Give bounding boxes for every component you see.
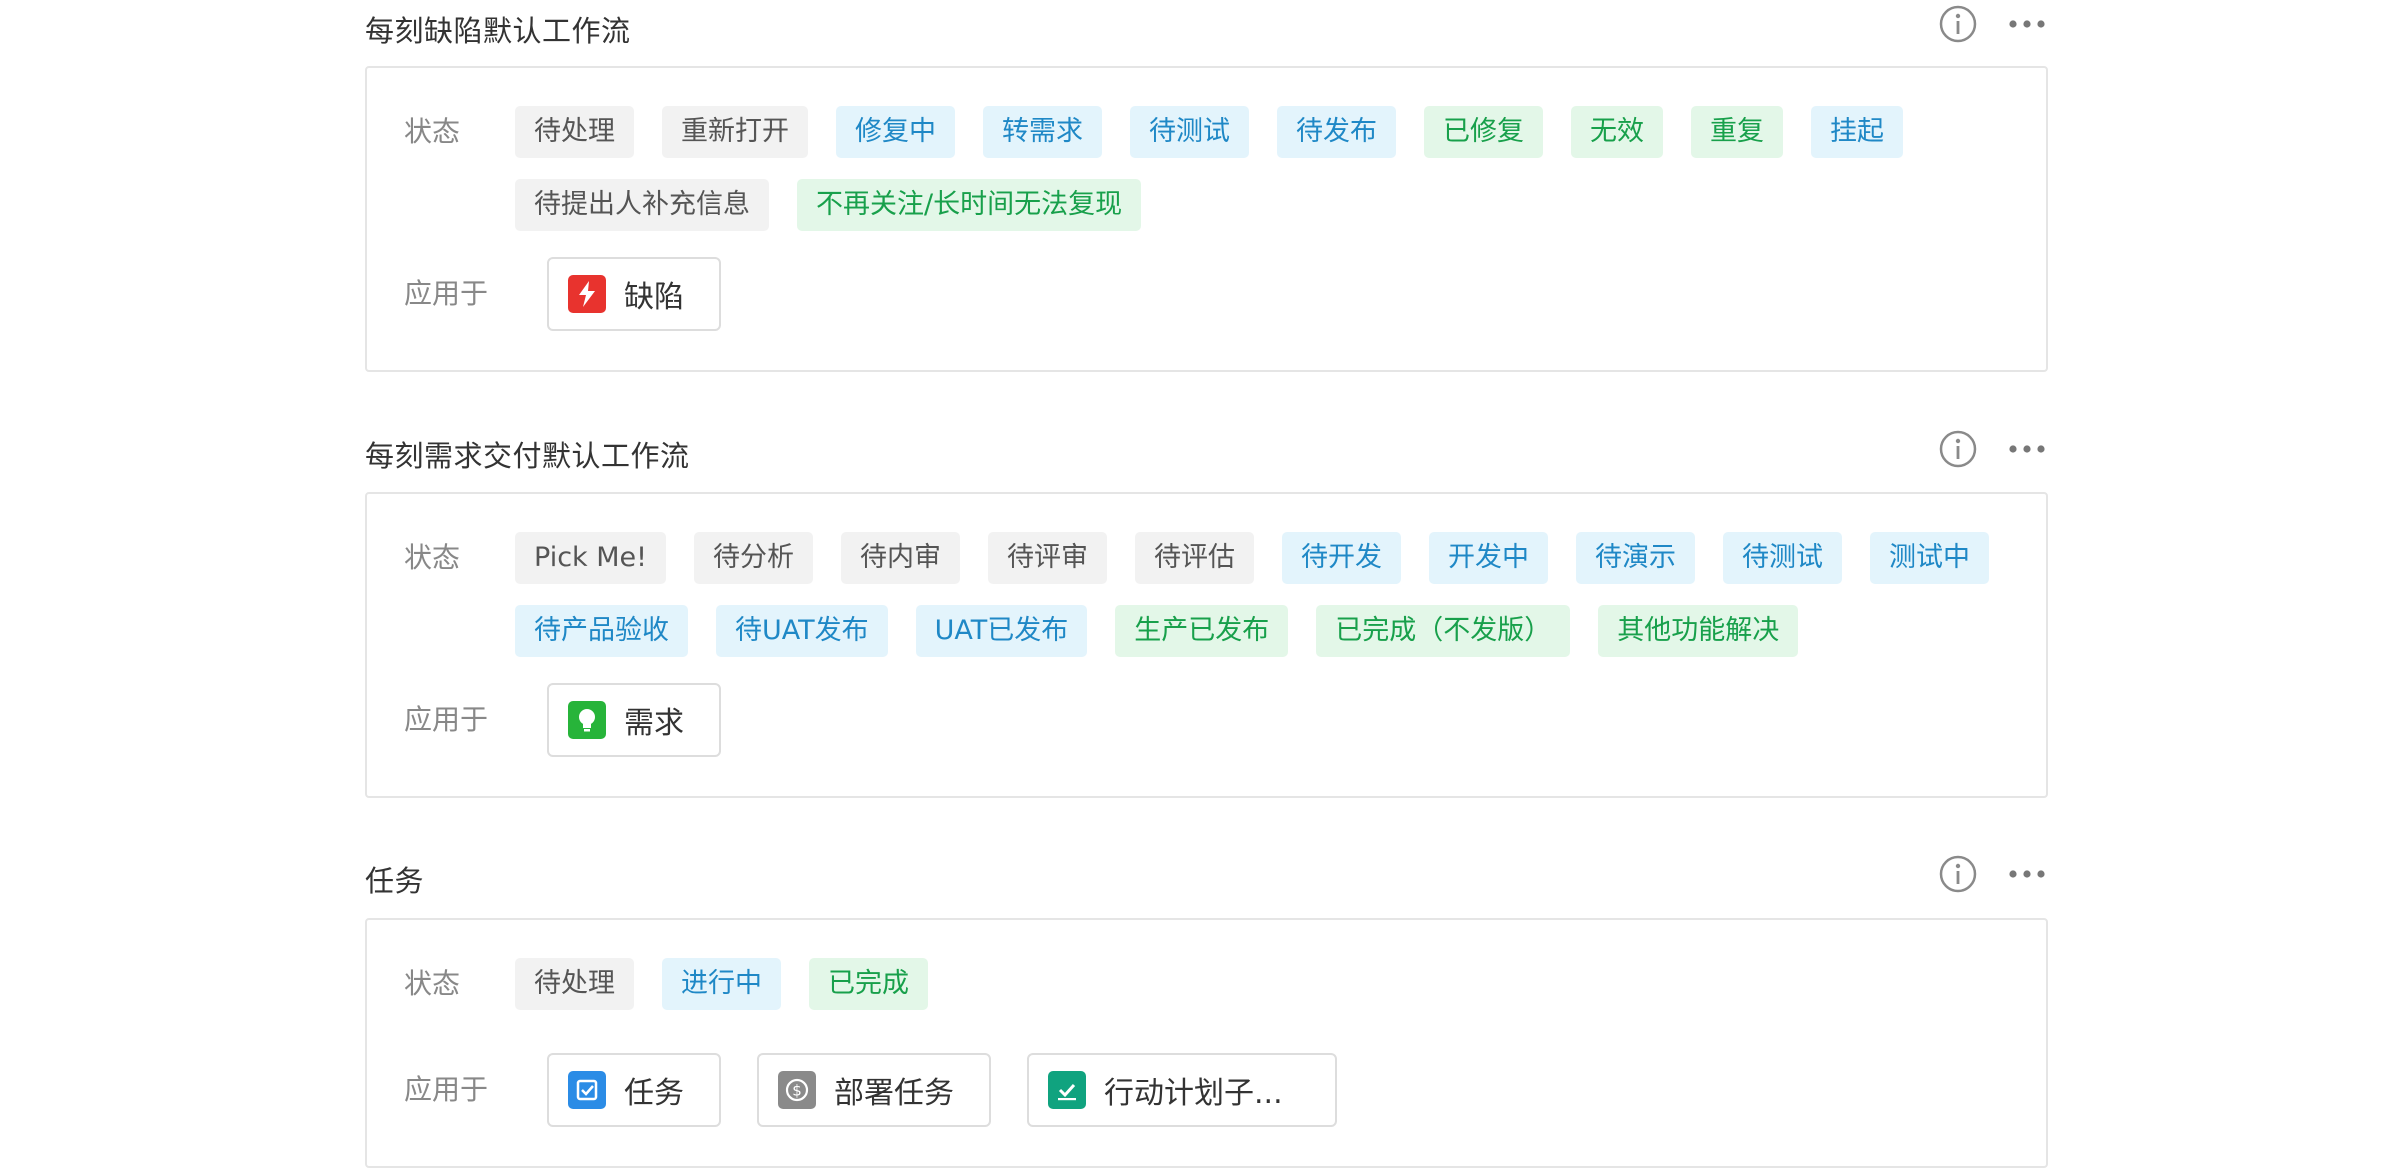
status-tag: 待提出人补充信息 — [515, 179, 769, 231]
section-header: 每刻需求交付默认工作流 — [365, 425, 2048, 473]
work-item-type-label: 缺陷 — [624, 280, 684, 315]
workflow-section-task: 任务 状态 待处理 进行中 已完成 应用于 任务 $ 部署任务 行动计划子... — [365, 850, 2048, 1168]
status-label: 状态 — [404, 115, 461, 148]
status-tag: 挂起 — [1811, 106, 1903, 158]
status-tag: 待测试 — [1722, 532, 1842, 584]
workflow-card: 状态 待处理 重新打开 修复中 转需求 待测试 待发布 已修复 无效 重复 挂起… — [365, 66, 2048, 372]
status-tag: 测试中 — [1869, 532, 1989, 584]
status-tag: 进行中 — [662, 958, 781, 1010]
applies-to-list: 需求 — [547, 683, 757, 757]
lightbulb-icon — [568, 701, 606, 739]
applies-to-list: 任务 $ 部署任务 行动计划子... — [547, 1053, 1373, 1127]
workflow-section-requirement: 每刻需求交付默认工作流 状态 Pick Me! 待分析 待内审 待评审 待评估 — [365, 425, 2048, 798]
applies-to-label: 应用于 — [404, 277, 489, 310]
work-item-type-label: 部署任务 — [834, 1076, 954, 1111]
status-tag: 待内审 — [840, 532, 960, 584]
status-tag: 不再关注/长时间无法复现 — [797, 179, 1142, 231]
status-tag: Pick Me! — [515, 532, 666, 584]
section-actions — [1938, 425, 2048, 473]
section-actions — [1938, 850, 2048, 898]
applies-to-label: 应用于 — [404, 1073, 489, 1106]
status-tag: 待产品验收 — [515, 605, 688, 657]
more-icon[interactable] — [2006, 429, 2048, 469]
workflow-section-bug: 每刻缺陷默认工作流 状态 待处理 重新打开 修复中 转需求 待测试 待发布 已修… — [365, 0, 2048, 372]
work-item-type-requirement[interactable]: 需求 — [547, 683, 721, 757]
workflow-card: 状态 待处理 进行中 已完成 应用于 任务 $ 部署任务 行动计划子... — [365, 918, 2048, 1168]
status-tag: 待评估 — [1134, 532, 1254, 584]
status-tag: 开发中 — [1428, 532, 1548, 584]
status-tag: 生产已发布 — [1115, 605, 1289, 657]
status-tag: 待处理 — [515, 106, 634, 158]
info-icon[interactable] — [1938, 854, 1978, 894]
status-label: 状态 — [404, 541, 461, 574]
dollar-icon: $ — [778, 1071, 816, 1109]
section-title: 每刻需求交付默认工作流 — [365, 439, 690, 473]
status-tag: 待发布 — [1277, 106, 1396, 158]
workflow-card: 状态 Pick Me! 待分析 待内审 待评审 待评估 待开发 开发中 待演示 … — [365, 492, 2048, 798]
status-label: 状态 — [404, 967, 461, 1000]
status-tag: 转需求 — [983, 106, 1102, 158]
status-tag: 待评审 — [987, 532, 1107, 584]
work-item-type-action-plan[interactable]: 行动计划子... — [1027, 1053, 1337, 1127]
info-icon[interactable] — [1938, 4, 1978, 44]
svg-text:$: $ — [792, 1082, 802, 1100]
status-tag: 待测试 — [1130, 106, 1249, 158]
task-icon — [568, 1071, 606, 1109]
work-item-type-bug[interactable]: 缺陷 — [547, 257, 721, 331]
status-tag: 待分析 — [693, 532, 813, 584]
section-header: 任务 — [365, 850, 2048, 898]
work-item-type-label: 行动计划子... — [1104, 1076, 1283, 1111]
applies-to-list: 缺陷 — [547, 257, 757, 331]
status-tag: 待UAT发布 — [716, 605, 888, 657]
status-tag: 已完成（不发版） — [1316, 605, 1571, 657]
section-title: 每刻缺陷默认工作流 — [365, 14, 631, 48]
bolt-icon — [568, 275, 606, 313]
status-tag: 已修复 — [1424, 106, 1543, 158]
status-tag: 修复中 — [836, 106, 955, 158]
more-icon[interactable] — [2006, 4, 2048, 44]
work-item-type-task[interactable]: 任务 — [547, 1053, 721, 1127]
work-item-type-deploy-task[interactable]: $ 部署任务 — [757, 1053, 991, 1127]
status-tag: 待处理 — [515, 958, 634, 1010]
section-title: 任务 — [365, 864, 425, 898]
status-tag: 待开发 — [1281, 532, 1401, 584]
section-actions — [1938, 0, 2048, 48]
status-tag: 重新打开 — [662, 106, 808, 158]
info-icon[interactable] — [1938, 429, 1978, 469]
status-tag: 无效 — [1571, 106, 1663, 158]
work-item-type-label: 需求 — [624, 706, 684, 741]
work-item-type-label: 任务 — [624, 1076, 684, 1111]
status-tag: UAT已发布 — [915, 605, 1088, 657]
status-tag: 已完成 — [809, 958, 928, 1010]
section-header: 每刻缺陷默认工作流 — [365, 0, 2048, 48]
status-tag: 待演示 — [1575, 532, 1695, 584]
status-tag: 重复 — [1691, 106, 1783, 158]
more-icon[interactable] — [2006, 854, 2048, 894]
checkbox-icon — [1048, 1071, 1086, 1109]
status-tag: 其他功能解决 — [1598, 605, 1799, 657]
applies-to-label: 应用于 — [404, 703, 489, 736]
